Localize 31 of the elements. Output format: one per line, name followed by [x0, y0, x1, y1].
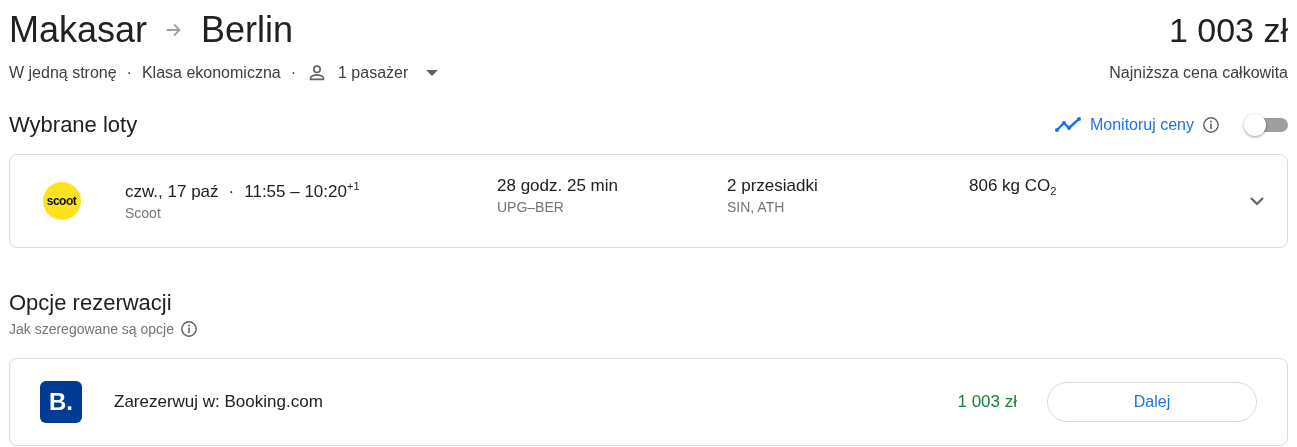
emissions: 806 kg CO$_{2}$ — [969, 175, 1058, 200]
flight-card[interactable]: scoot czw., 17 paź · 11:55 – 10:20$^{+1}$ Scoot 28 godz. 25 min UPG–BER 2 przesiadki SIN, ATH 806 kg CO$_{2}$ — [9, 154, 1288, 248]
info-icon[interactable] — [180, 320, 198, 338]
provider-logo: B. — [40, 381, 82, 423]
trip-option[interactable]: Klasa ekonomiczna — [141, 64, 281, 82]
stop-airports: SIN, ATH — [727, 198, 786, 217]
continue-button[interactable]: Dalej — [1047, 382, 1257, 422]
trend-line-icon[interactable] — [1053, 117, 1082, 133]
passenger-selector[interactable]: 1 pasażer — [338, 64, 409, 82]
destination-city: Berlin — [201, 8, 294, 52]
airline-name: Scoot — [125, 203, 162, 223]
track-prices-toggle[interactable] — [1244, 114, 1288, 136]
section-title: Opcje rezerwacji — [9, 290, 172, 315]
option-price: 1 003 zł — [957, 392, 1017, 412]
sorting-info-link[interactable]: Jak szeregowane są opcje — [9, 321, 174, 337]
trip-option[interactable]: W jedną stronę — [9, 64, 117, 82]
provider-label: Zarezerwuj w: Booking.com — [114, 392, 324, 412]
origin-city: Makasar — [9, 8, 148, 52]
flight-duration: 28 godz. 25 min — [497, 175, 619, 197]
stops-count: 2 przesiadki — [727, 175, 819, 197]
track-prices-label[interactable]: Monitoruj ceny — [1089, 116, 1194, 134]
separator-dot: · — [126, 64, 132, 82]
dropdown-caret-icon[interactable] — [426, 70, 439, 76]
airline-logo: scoot — [42, 182, 81, 220]
info-icon[interactable] — [1202, 116, 1220, 134]
price-note: Najniższa cena całkowita — [1109, 64, 1288, 82]
flight-times: czw., 17 paź · 11:55 – 10:20$^{+1}$ — [125, 179, 361, 203]
route-codes: UPG–BER — [497, 198, 565, 217]
separator-dot: · — [290, 64, 296, 82]
total-price: 1 003 zł — [1168, 10, 1288, 51]
section-title: Wybrane loty — [9, 111, 138, 139]
